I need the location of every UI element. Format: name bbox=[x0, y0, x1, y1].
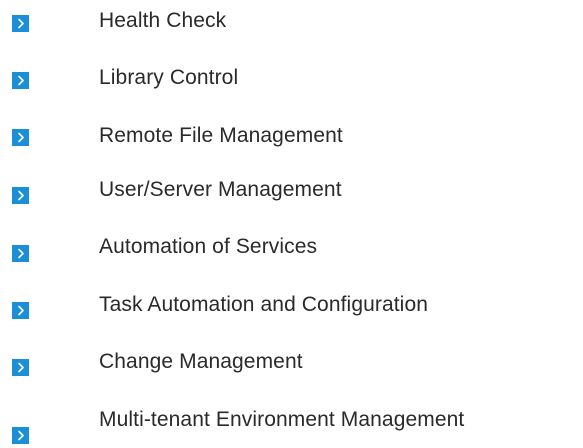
list-item-automation-of-services: Automation of Services bbox=[0, 227, 583, 267]
list-item-user-server-management: User/Server Management bbox=[0, 170, 583, 210]
chevron-right-icon bbox=[12, 72, 29, 89]
chevron-right-icon bbox=[12, 302, 29, 319]
list-item-health-check: Health Check bbox=[0, 1, 583, 41]
list-item-label: User/Server Management bbox=[99, 178, 342, 201]
list-item-remote-file-management: Remote File Management bbox=[0, 116, 583, 156]
list-item-label: Health Check bbox=[99, 9, 227, 32]
list-item-label: Remote File Management bbox=[99, 124, 343, 147]
list-item-label: Change Management bbox=[99, 350, 303, 373]
list-item-label: Task Automation and Configuration bbox=[99, 293, 429, 316]
feature-list: Health Check Library Control Remote File… bbox=[0, 0, 583, 448]
list-item-task-automation-configuration: Task Automation and Configuration bbox=[0, 285, 583, 325]
chevron-right-icon bbox=[12, 129, 29, 146]
chevron-right-icon bbox=[12, 427, 29, 444]
chevron-right-icon bbox=[12, 15, 29, 32]
chevron-right-icon bbox=[12, 245, 29, 262]
list-item-label: Library Control bbox=[99, 66, 239, 89]
chevron-right-icon bbox=[12, 359, 29, 376]
chevron-right-icon bbox=[12, 187, 29, 204]
list-item-multi-tenant-environment-management: Multi-tenant Environment Management bbox=[0, 400, 583, 444]
list-item-change-management: Change Management bbox=[0, 342, 583, 382]
list-item-label: Multi-tenant Environment Management bbox=[99, 408, 465, 431]
list-item-library-control: Library Control bbox=[0, 58, 583, 98]
list-item-label: Automation of Services bbox=[99, 235, 318, 258]
